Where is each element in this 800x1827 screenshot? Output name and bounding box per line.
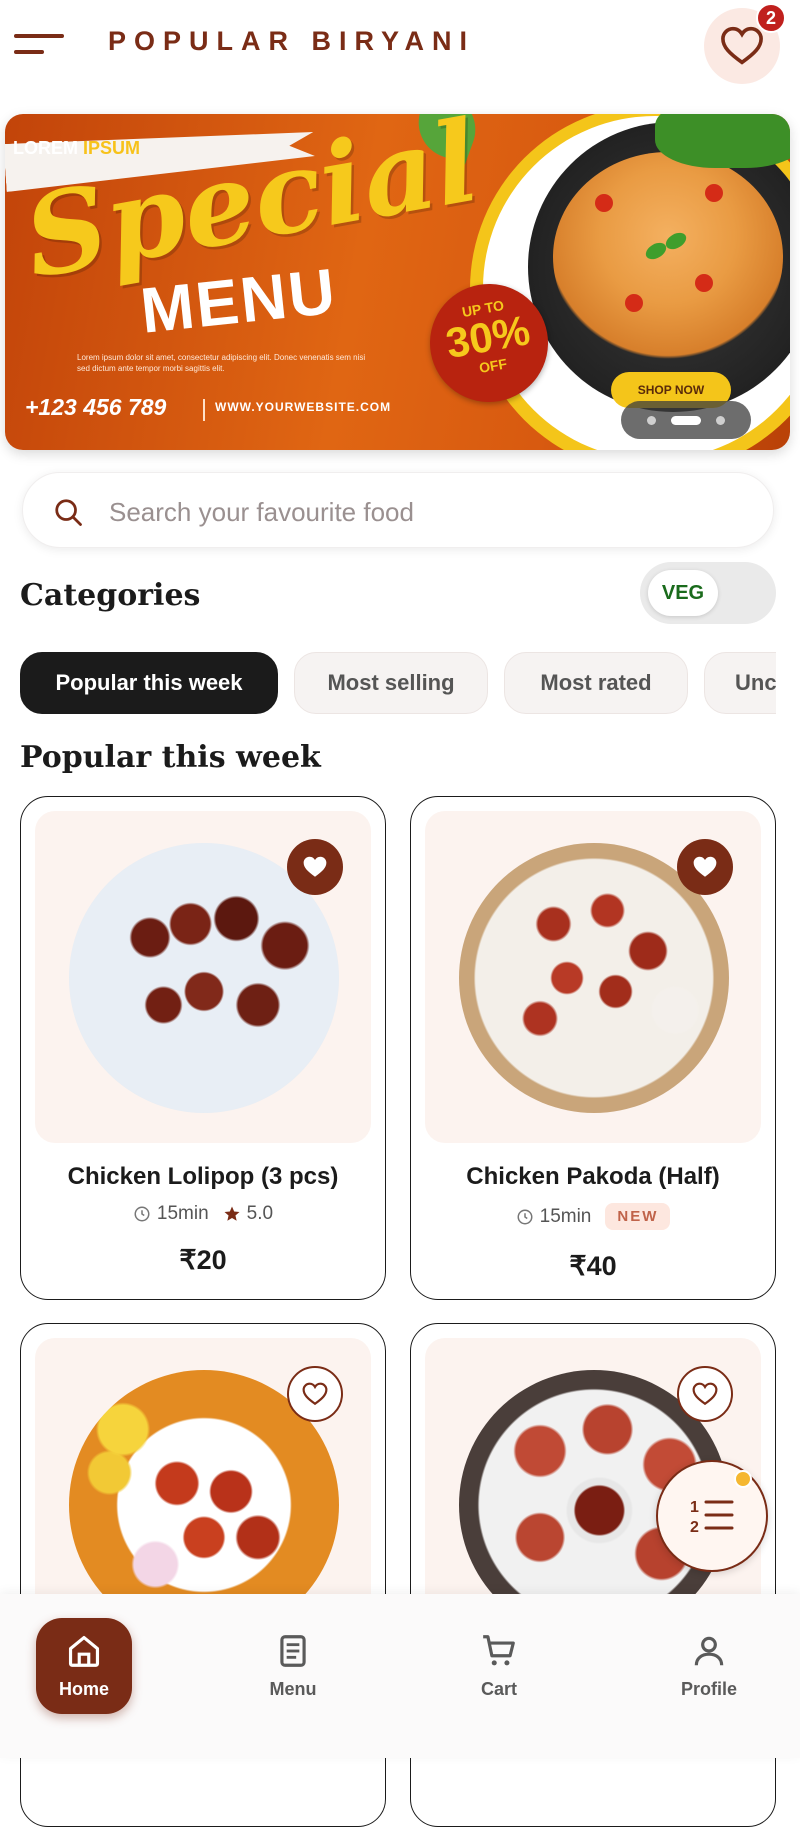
search-input[interactable]: [107, 491, 751, 533]
favorite-button[interactable]: [677, 1366, 733, 1422]
carousel-dot[interactable]: [646, 415, 656, 425]
heart-outline-icon: [302, 1382, 328, 1406]
category-chips: Popular this week Most selling Most rate…: [20, 652, 776, 716]
notification-dot: [734, 1470, 752, 1488]
carousel-indicator[interactable]: [621, 401, 751, 439]
food-price: ₹20: [179, 1245, 227, 1275]
banner-phone: +123 456 789: [25, 394, 167, 420]
food-price: ₹40: [569, 1251, 617, 1281]
app-header: POPULAR BIRYANI 2: [0, 0, 800, 90]
heart-icon: [721, 26, 763, 65]
search-bar[interactable]: [22, 472, 774, 548]
clock-icon: [134, 1206, 150, 1222]
favorite-button[interactable]: [287, 1366, 343, 1422]
prep-time: 15min: [539, 1205, 592, 1227]
section-heading: Popular this week: [20, 740, 321, 775]
prep-time: 15min: [156, 1203, 209, 1224]
brand-title: POPULAR BIRYANI: [108, 26, 476, 56]
favorite-button[interactable]: [287, 839, 343, 895]
cart-icon: [483, 1635, 515, 1666]
heart-outline-icon: [692, 1382, 718, 1406]
menu-document-icon: [280, 1635, 306, 1667]
heart-filled-icon: [303, 856, 327, 877]
veg-toggle[interactable]: VEG: [640, 562, 776, 624]
food-name: Chicken Pakoda (Half): [466, 1163, 720, 1190]
carousel-dot-active[interactable]: [670, 415, 701, 425]
hamburger-menu-icon[interactable]: [14, 32, 66, 58]
nav-cart[interactable]: Cart: [449, 1618, 549, 1714]
profile-icon: [694, 1636, 724, 1666]
chip-popular-this-week[interactable]: Popular this week: [20, 652, 278, 714]
promo-banner[interactable]: LOREM IPSUM Special MENU Lorem ipsum dol…: [5, 114, 790, 450]
nav-profile[interactable]: Profile: [659, 1618, 759, 1714]
search-icon: [55, 499, 82, 526]
svg-text:2: 2: [690, 1519, 699, 1536]
food-card[interactable]: Chicken Pakoda (Half) 15min NEW ₹40: [410, 796, 776, 1300]
clock-icon: [517, 1209, 533, 1224]
heart-filled-icon: [693, 856, 717, 877]
banner-description: Lorem ipsum dolor sit amet, consectetur …: [77, 353, 366, 373]
categories-heading: Categories: [20, 578, 201, 613]
food-name: Chicken Lolipop (3 pcs): [67, 1163, 339, 1190]
chip-most-rated[interactable]: Most rated: [504, 652, 688, 714]
favorite-button[interactable]: [677, 839, 733, 895]
star-icon: [224, 1206, 240, 1221]
nav-menu[interactable]: Menu: [243, 1618, 343, 1714]
home-icon: [68, 1635, 100, 1667]
veg-toggle-knob: VEG: [648, 570, 718, 616]
bottom-navigation: Home Menu Cart Profile: [0, 1594, 800, 1758]
nav-home-label: Home: [58, 1679, 109, 1699]
numbered-list-icon: 1 2: [690, 1499, 734, 1536]
favorites-count-badge: 2: [756, 3, 786, 33]
new-badge: NEW: [605, 1203, 671, 1230]
chip-partial[interactable]: Unc: [704, 652, 776, 714]
carousel-dot[interactable]: [716, 415, 726, 425]
nav-home[interactable]: Home: [36, 1618, 132, 1714]
banner-website: WWW.YOURWEBSITE.COM: [215, 400, 392, 414]
nav-cart-label: Cart: [480, 1679, 517, 1699]
food-card[interactable]: Chicken Lolipop (3 pcs) 15min 5.0 ₹20: [20, 796, 386, 1300]
chip-most-selling[interactable]: Most selling: [294, 652, 488, 714]
nav-menu-label: Menu: [269, 1679, 317, 1699]
rating: 5.0: [246, 1203, 274, 1224]
nav-profile-label: Profile: [680, 1679, 737, 1699]
svg-text:1: 1: [690, 1499, 699, 1516]
